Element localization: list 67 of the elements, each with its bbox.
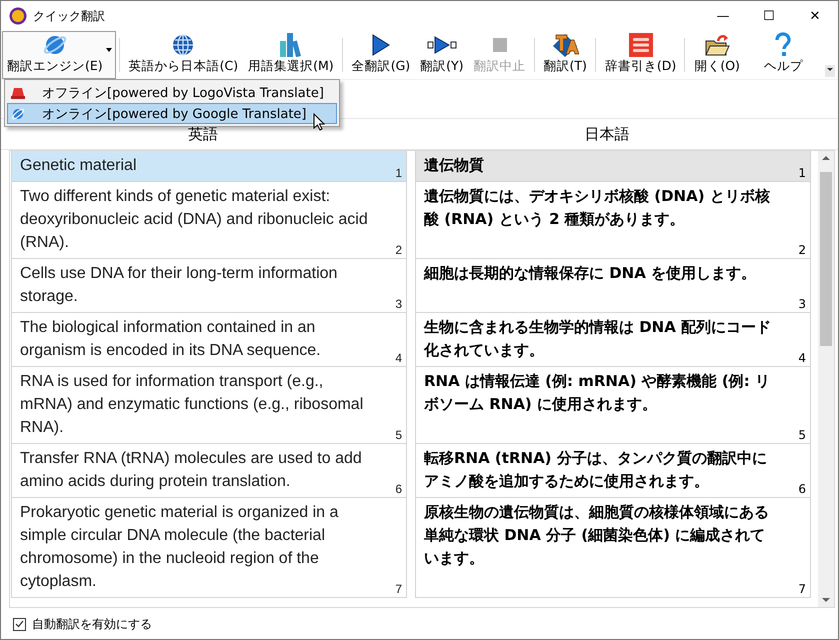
- toolbar-button[interactable]: 英語から日本語(C): [116, 31, 244, 79]
- scroll-up-icon[interactable]: [822, 155, 830, 161]
- source-cell[interactable]: RNA is used for information transport (e.g., mRNA) and enzymatic functions (e.g., ribosomal RNA). 5: [11, 366, 407, 444]
- row-number: 7: [395, 582, 402, 596]
- source-cell[interactable]: Prokaryotic genetic material is organized in a simple circular DNA molecule (the bacterial chromosome) in the nucleoid region of the cytoplasm. 7: [11, 497, 407, 598]
- scroll-thumb[interactable]: [820, 172, 832, 346]
- globe-icon: [171, 33, 196, 57]
- source-cell[interactable]: Genetic material 1: [11, 151, 407, 182]
- translation-cell[interactable]: RNA は情報伝達 (例: mRNA) や酵素機能 (例: リボソーム RNA) に使用されます。 5: [415, 366, 811, 444]
- ta-icon: [551, 32, 580, 58]
- translation-cell[interactable]: 原核生物の遺伝物質は、細胞質の核様体領域にある単純な環状 DNA 分子 (細菌染色体) に編成されています。 7: [415, 497, 811, 598]
- open-folder-icon: [704, 33, 730, 57]
- toolbar-button[interactable]: 翻訳(Y): [415, 31, 469, 79]
- menu-item[interactable]: オンライン[powered by Google Translate]: [7, 103, 337, 124]
- toolbar-button[interactable]: 翻訳エンジン(E): [2, 31, 116, 79]
- row-number: 3: [798, 297, 806, 311]
- toolbar-button[interactable]: 全翻訳(G): [338, 31, 416, 79]
- toolbar-button[interactable]: 開く(O): [681, 31, 745, 79]
- row-number: 5: [798, 428, 806, 442]
- scrollbar[interactable]: [818, 151, 834, 607]
- translation-cell[interactable]: 細胞は長期的な情報保存に DNA を使用します。 3: [415, 258, 811, 313]
- row-number: 2: [798, 243, 806, 257]
- play-segment-icon: [426, 35, 457, 55]
- help-icon: [774, 32, 792, 58]
- row-number: 7: [798, 582, 806, 596]
- translation-cell[interactable]: 遺伝物質には、デオキシリボ核酸 (DNA) とリボ核酸 (RNA) という 2 種類があります。 2: [415, 181, 811, 259]
- dictionary-icon: [628, 33, 653, 57]
- stamp-icon: [11, 86, 25, 98]
- column-header: 日本語: [584, 124, 630, 144]
- overflow-icon[interactable]: [825, 65, 835, 77]
- row-number: 3: [395, 297, 402, 311]
- checkbox[interactable]: [13, 618, 26, 630]
- source-cell[interactable]: Cells use DNA for their long-term information storage. 3: [11, 258, 407, 313]
- translation-cell[interactable]: 転移RNA (tRNA) 分子は、タンパク質の翻訳中にアミノ酸を追加するために使用されます。 6: [415, 443, 811, 498]
- play-icon: [370, 34, 391, 56]
- row-number: 6: [798, 482, 806, 496]
- books-icon: [278, 33, 304, 57]
- maximize-button[interactable]: ☐: [746, 8, 792, 24]
- toolbar-button[interactable]: 用語集選択(M): [243, 31, 339, 79]
- window-title: クイック翻訳: [33, 8, 106, 24]
- row-number: 1: [395, 166, 402, 180]
- toolbar-button[interactable]: ヘルプ: [758, 31, 808, 79]
- checkbox-label[interactable]: 自動翻訳を有効にする: [32, 616, 152, 632]
- row-number: 6: [395, 482, 402, 496]
- stop-icon: [492, 37, 508, 53]
- toolbar-button[interactable]: 辞書引き(D): [592, 31, 682, 79]
- toolbar-button[interactable]: 翻訳(T): [530, 31, 592, 79]
- planet-icon: [42, 33, 68, 57]
- row-number: 4: [395, 351, 402, 365]
- row-number: 2: [395, 243, 402, 257]
- translation-cell[interactable]: 遺伝物質 1: [415, 151, 811, 182]
- mouse-cursor-icon: [313, 113, 325, 131]
- source-cell[interactable]: Two different kinds of genetic material exist: deoxyribonucleic acid (DNA) and ribonucleic acid (RNA). 2: [11, 181, 407, 259]
- scroll-down-icon[interactable]: [822, 597, 830, 603]
- menu-item[interactable]: オフライン[powered by LogoVista Translate]: [7, 82, 337, 103]
- planet-icon: [11, 106, 25, 120]
- translation-cell[interactable]: 生物に含まれる生物学的情報は DNA 配列にコード化されています。 4: [415, 312, 811, 367]
- close-button[interactable]: ✕: [792, 8, 838, 24]
- row-number: 1: [798, 166, 806, 180]
- row-number: 4: [798, 351, 806, 365]
- row-number: 5: [395, 428, 402, 442]
- column-header: 英語: [188, 124, 218, 144]
- app-logo-icon: [9, 7, 27, 25]
- source-cell[interactable]: Transfer RNA (tRNA) molecules are used to add amino acids during protein translation. 6: [11, 443, 407, 498]
- dropdown-arrow-icon[interactable]: [106, 48, 112, 52]
- source-cell[interactable]: The biological information contained in an organism is encoded in its DNA sequence. 4: [11, 312, 407, 367]
- minimize-button[interactable]: —: [700, 8, 746, 24]
